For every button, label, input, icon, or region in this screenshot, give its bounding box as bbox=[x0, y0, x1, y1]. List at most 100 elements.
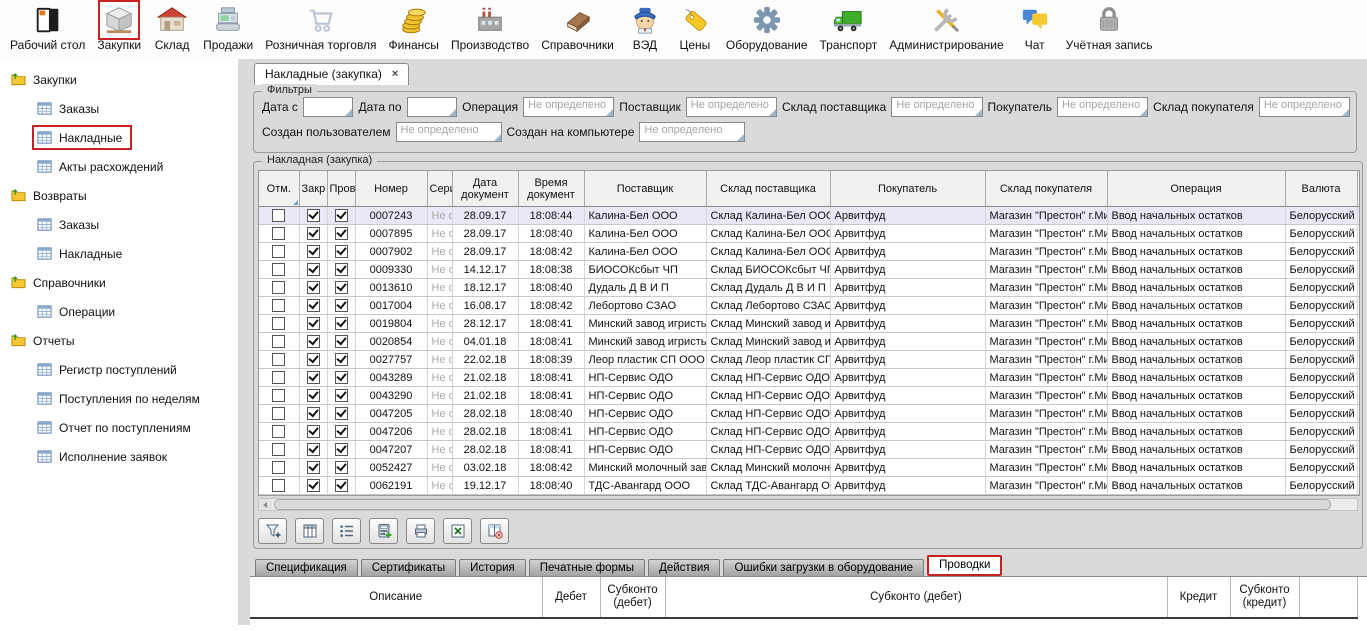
invoice-row[interactable]: 0043290Не о21.02.1818:08:41НП-Сервис ОДО… bbox=[259, 387, 1360, 405]
posted-checkbox[interactable] bbox=[327, 351, 355, 369]
toolbar-item-ved[interactable]: ВЭД bbox=[620, 2, 670, 52]
tab-actions[interactable]: Действия bbox=[648, 559, 720, 576]
column-header[interactable]: Время документ bbox=[518, 171, 584, 207]
column-remove-button[interactable] bbox=[480, 518, 509, 544]
mark-checkbox[interactable] bbox=[259, 243, 299, 261]
posted-checkbox[interactable] bbox=[327, 243, 355, 261]
sidebar-item-invoices[interactable]: Накладные bbox=[0, 123, 238, 152]
mark-checkbox[interactable] bbox=[259, 225, 299, 243]
tab-history[interactable]: История bbox=[459, 559, 526, 576]
closed-checkbox[interactable] bbox=[299, 387, 327, 405]
toolbar-item-sales[interactable]: Продажи bbox=[197, 2, 259, 52]
closed-checkbox[interactable] bbox=[299, 441, 327, 459]
postings-column-header[interactable]: Описание bbox=[250, 577, 542, 618]
excel-export-button[interactable] bbox=[443, 518, 472, 544]
toolbar-item-chat[interactable]: Чат bbox=[1010, 2, 1060, 52]
column-header[interactable]: Сери bbox=[427, 171, 452, 207]
invoice-row[interactable]: 0019804Не о28.12.1718:08:41Минский завод… bbox=[259, 315, 1360, 333]
closed-checkbox[interactable] bbox=[299, 243, 327, 261]
sidebar-group-returns[interactable]: Возвраты bbox=[0, 181, 238, 210]
sidebar-item-returns-orders[interactable]: Заказы bbox=[0, 210, 238, 239]
closed-checkbox[interactable] bbox=[299, 423, 327, 441]
mark-checkbox[interactable] bbox=[259, 441, 299, 459]
toolbar-item-purchases[interactable]: Закупки bbox=[91, 2, 147, 52]
column-header[interactable]: Склад покупателя bbox=[985, 171, 1107, 207]
invoice-row[interactable]: 0009330Не о14.12.1718:08:38БИОСОКсбыт ЧП… bbox=[259, 261, 1360, 279]
sidebar-item-receipts-report[interactable]: Отчет по поступлениям bbox=[0, 413, 238, 442]
mark-checkbox[interactable] bbox=[259, 279, 299, 297]
posted-checkbox[interactable] bbox=[327, 423, 355, 441]
filter-date-from-input[interactable] bbox=[303, 97, 354, 117]
mark-checkbox[interactable] bbox=[259, 423, 299, 441]
posted-checkbox[interactable] bbox=[327, 333, 355, 351]
closed-checkbox[interactable] bbox=[299, 495, 327, 497]
columns-button[interactable] bbox=[295, 518, 324, 544]
invoice-row[interactable]: 0062191Не о19.12.1718:08:40ТДС-Авангард … bbox=[259, 477, 1360, 495]
posted-checkbox[interactable] bbox=[327, 441, 355, 459]
toolbar-item-references[interactable]: Справочники bbox=[535, 2, 620, 52]
closed-checkbox[interactable] bbox=[299, 315, 327, 333]
tab-postings[interactable]: Проводки bbox=[927, 555, 1002, 576]
column-header[interactable]: Дата документ bbox=[452, 171, 518, 207]
invoice-row[interactable]: 0047205Не о28.02.1818:08:40НП-Сервис ОДО… bbox=[259, 405, 1360, 423]
filter-buyer-combo[interactable]: Не определено bbox=[1057, 97, 1148, 117]
filter-created-by-user-combo[interactable]: Не определено bbox=[396, 122, 502, 142]
closed-checkbox[interactable] bbox=[299, 333, 327, 351]
closed-checkbox[interactable] bbox=[299, 279, 327, 297]
column-header[interactable]: Закр bbox=[299, 171, 327, 207]
sidebar-item-receipts-register[interactable]: Регистр поступлений bbox=[0, 355, 238, 384]
mark-checkbox[interactable] bbox=[259, 297, 299, 315]
filter-created-on-computer-combo[interactable]: Не определено bbox=[639, 122, 745, 142]
close-icon[interactable]: × bbox=[392, 69, 398, 80]
postings-column-header[interactable]: Субконто (дебет) bbox=[665, 577, 1167, 618]
sidebar-item-orders[interactable]: Заказы bbox=[0, 94, 238, 123]
mark-checkbox[interactable] bbox=[259, 459, 299, 477]
invoice-row[interactable]: 0047207Не о28.02.1818:08:41НП-Сервис ОДО… bbox=[259, 441, 1360, 459]
invoice-row[interactable]: 0052427Не о03.02.1818:08:42Минский молоч… bbox=[259, 459, 1360, 477]
toolbar-item-equipment[interactable]: Оборудование bbox=[720, 2, 814, 52]
filter-buyer-warehouse-combo[interactable]: Не определено bbox=[1259, 97, 1350, 117]
column-header[interactable]: Отм. bbox=[259, 171, 299, 207]
closed-checkbox[interactable] bbox=[299, 477, 327, 495]
sidebar-group-purchases[interactable]: Закупки bbox=[0, 65, 238, 94]
toolbar-item-desktop[interactable]: Рабочий стол bbox=[4, 2, 91, 52]
sidebar-item-orders-fulfillment[interactable]: Исполнение заявок bbox=[0, 442, 238, 471]
toolbar-item-transport[interactable]: Транспорт bbox=[814, 2, 884, 52]
column-header[interactable]: Покупатель bbox=[830, 171, 985, 207]
mark-checkbox[interactable] bbox=[259, 369, 299, 387]
posted-checkbox[interactable] bbox=[327, 387, 355, 405]
filter-date-to-input[interactable] bbox=[407, 97, 458, 117]
postings-column-header[interactable]: Дебет bbox=[542, 577, 600, 618]
scrollbar-thumb[interactable] bbox=[274, 499, 1331, 510]
invoice-row[interactable]: 0027757Не о22.02.1818:08:39Леор пластик … bbox=[259, 351, 1360, 369]
sidebar-group-references[interactable]: Справочники bbox=[0, 268, 238, 297]
posted-checkbox[interactable] bbox=[327, 477, 355, 495]
closed-checkbox[interactable] bbox=[299, 297, 327, 315]
closed-checkbox[interactable] bbox=[299, 261, 327, 279]
posted-checkbox[interactable] bbox=[327, 225, 355, 243]
invoice-row[interactable]: 0007895Не о28.09.1718:08:40Калина-Бел ОО… bbox=[259, 225, 1360, 243]
toolbar-item-administration[interactable]: Администрирование bbox=[883, 2, 1009, 52]
posted-checkbox[interactable] bbox=[327, 495, 355, 497]
invoice-row[interactable]: 0013610Не о18.12.1718:08:40Дудаль Д В И … bbox=[259, 279, 1360, 297]
postings-column-header[interactable]: Субконто (дебет) bbox=[600, 577, 665, 618]
toolbar-item-finance[interactable]: Финансы bbox=[383, 2, 445, 52]
mark-checkbox[interactable] bbox=[259, 315, 299, 333]
invoice-row[interactable]: 0017004Не о16.08.1718:08:42Лебортово СЗА… bbox=[259, 297, 1360, 315]
column-header[interactable]: Валюта bbox=[1285, 171, 1357, 207]
invoice-row[interactable]: 0007902Не о28.09.1718:08:42Калина-Бел ОО… bbox=[259, 243, 1360, 261]
tab-print-forms[interactable]: Печатные формы bbox=[529, 559, 645, 576]
filter-supplier-warehouse-combo[interactable]: Не определено bbox=[891, 97, 982, 117]
toolbar-item-account[interactable]: Учётная запись bbox=[1060, 2, 1159, 52]
sidebar-item-operations[interactable]: Операции bbox=[0, 297, 238, 326]
invoice-row[interactable]: 0020854Не о04.01.1818:08:41Минский завод… bbox=[259, 333, 1360, 351]
column-header[interactable]: Операция bbox=[1107, 171, 1285, 207]
tab-specification[interactable]: Спецификация bbox=[255, 559, 358, 576]
filter-add-button[interactable] bbox=[258, 518, 287, 544]
closed-checkbox[interactable] bbox=[299, 351, 327, 369]
posted-checkbox[interactable] bbox=[327, 279, 355, 297]
toolbar-item-retail[interactable]: Розничная торговля bbox=[259, 2, 382, 52]
tab-equipment-load-errors[interactable]: Ошибки загрузки в оборудование bbox=[723, 559, 924, 576]
closed-checkbox[interactable] bbox=[299, 225, 327, 243]
sidebar-item-discrepancy-acts[interactable]: Акты расхождений bbox=[0, 152, 238, 181]
